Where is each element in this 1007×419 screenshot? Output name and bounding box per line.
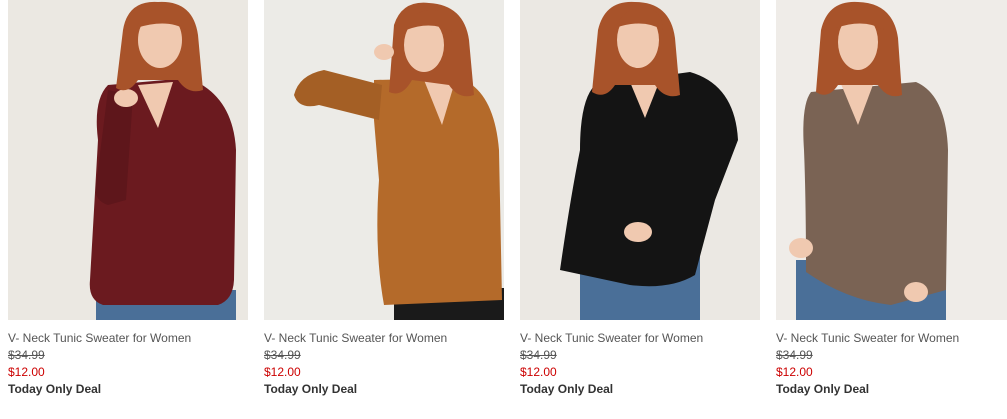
hand	[374, 44, 394, 60]
model-photo	[8, 0, 248, 320]
deal-badge: Today Only Deal	[8, 382, 102, 396]
sweater	[803, 82, 948, 305]
original-price: $34.99	[776, 348, 813, 362]
product-name[interactable]: V- Neck Tunic Sweater for Women	[264, 331, 447, 345]
product-grid: V- Neck Tunic Sweater for Women $34.99 $…	[0, 0, 1007, 419]
product-image[interactable]	[776, 0, 1007, 320]
product-card[interactable]: V- Neck Tunic Sweater for Women $34.99 $…	[264, 0, 504, 419]
sale-price: $12.00	[776, 365, 813, 379]
hand	[114, 89, 138, 107]
model-photo	[776, 0, 1007, 320]
hand-left	[789, 238, 813, 258]
sale-price: $12.00	[8, 365, 45, 379]
model-photo	[520, 0, 760, 320]
original-price: $34.99	[264, 348, 301, 362]
product-image[interactable]	[8, 0, 248, 320]
product-card[interactable]: V- Neck Tunic Sweater for Women $34.99 $…	[520, 0, 760, 419]
deal-badge: Today Only Deal	[264, 382, 358, 396]
product-name[interactable]: V- Neck Tunic Sweater for Women	[520, 331, 703, 345]
deal-badge: Today Only Deal	[776, 382, 870, 396]
sale-price: $12.00	[520, 365, 557, 379]
hand	[624, 222, 652, 242]
original-price: $34.99	[8, 348, 45, 362]
product-name[interactable]: V- Neck Tunic Sweater for Women	[8, 331, 191, 345]
product-name[interactable]: V- Neck Tunic Sweater for Women	[776, 331, 959, 345]
product-card[interactable]: V- Neck Tunic Sweater for Women $34.99 $…	[776, 0, 1007, 419]
product-card[interactable]: V- Neck Tunic Sweater for Women $34.99 $…	[8, 0, 248, 419]
product-image[interactable]	[264, 0, 504, 320]
original-price: $34.99	[520, 348, 557, 362]
deal-badge: Today Only Deal	[520, 382, 614, 396]
hand-right	[904, 282, 928, 302]
model-photo	[264, 0, 504, 320]
product-image[interactable]	[520, 0, 760, 320]
sale-price: $12.00	[264, 365, 301, 379]
